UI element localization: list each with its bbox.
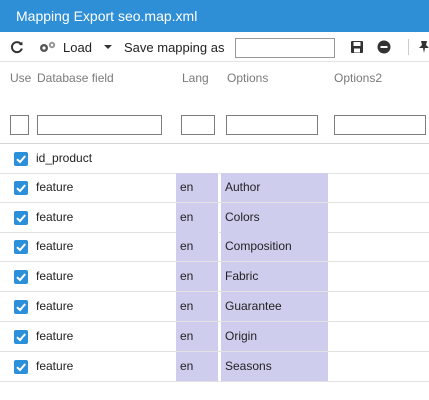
- load-label: Load: [63, 39, 92, 55]
- database-field-cell: feature: [36, 329, 74, 343]
- pin-icon[interactable]: [419, 32, 429, 62]
- use-checkbox[interactable]: [14, 181, 28, 195]
- option-cell[interactable]: Colors: [221, 203, 328, 232]
- filter-options2[interactable]: [334, 115, 426, 135]
- table-row[interactable]: feature en Fabric: [0, 262, 429, 292]
- option-cell[interactable]: Guarantee: [221, 292, 328, 321]
- lang-cell[interactable]: en: [176, 322, 219, 351]
- save-icon[interactable]: [350, 32, 364, 62]
- save-mapping-input[interactable]: [235, 38, 335, 58]
- lang-cell[interactable]: en: [176, 203, 219, 232]
- table-row[interactable]: feature en Colors: [0, 203, 429, 233]
- chevron-down-icon[interactable]: [104, 32, 112, 62]
- use-checkbox[interactable]: [14, 240, 28, 254]
- filter-lang[interactable]: [181, 115, 215, 135]
- use-checkbox[interactable]: [14, 211, 28, 225]
- database-field-cell: feature: [36, 269, 74, 283]
- use-checkbox[interactable]: [14, 360, 28, 374]
- option-cell[interactable]: Fabric: [221, 262, 328, 291]
- toolbar-divider: [408, 39, 409, 55]
- option-cell[interactable]: Composition: [221, 232, 328, 261]
- option-cell[interactable]: Origin: [221, 322, 328, 351]
- refresh-icon[interactable]: [10, 32, 24, 62]
- column-header-database-field[interactable]: Database field: [37, 71, 114, 85]
- table-row[interactable]: feature en Seasons: [0, 352, 429, 382]
- filter-use[interactable]: [10, 115, 29, 135]
- option-cell[interactable]: Seasons: [221, 352, 328, 381]
- table-row[interactable]: feature en Origin: [0, 322, 429, 352]
- option-cell[interactable]: Author: [221, 173, 328, 202]
- lang-cell[interactable]: en: [176, 262, 219, 291]
- database-field-cell: feature: [36, 239, 74, 253]
- filter-database-field[interactable]: [37, 115, 162, 135]
- use-checkbox[interactable]: [14, 270, 28, 284]
- table-header: Use Database field Lang Options Options2: [0, 62, 429, 144]
- lang-cell[interactable]: en: [176, 173, 219, 202]
- load-button[interactable]: Load: [38, 32, 92, 62]
- filter-options[interactable]: [226, 115, 318, 135]
- lang-cell[interactable]: en: [176, 232, 219, 261]
- lang-cell[interactable]: en: [176, 352, 219, 381]
- column-header-use[interactable]: Use: [10, 71, 31, 85]
- table-row[interactable]: feature en Guarantee: [0, 292, 429, 322]
- database-field-cell: feature: [36, 180, 74, 194]
- database-field-cell: feature: [36, 210, 74, 224]
- column-header-lang[interactable]: Lang: [182, 71, 209, 85]
- toolbar: Load Save mapping as: [0, 32, 429, 62]
- database-field-cell: id_product: [36, 151, 93, 165]
- table-row[interactable]: id_product: [0, 144, 429, 174]
- column-header-options2[interactable]: Options2: [334, 71, 382, 85]
- database-field-cell: feature: [36, 359, 74, 373]
- minus-circle-icon[interactable]: [377, 32, 391, 62]
- table-row[interactable]: feature en Composition: [0, 232, 429, 262]
- use-checkbox[interactable]: [14, 330, 28, 344]
- database-field-cell: feature: [36, 299, 74, 313]
- lang-cell[interactable]: en: [176, 292, 219, 321]
- column-header-options[interactable]: Options: [227, 71, 268, 85]
- use-checkbox[interactable]: [14, 300, 28, 314]
- window-title: Mapping Export seo.map.xml: [0, 0, 429, 32]
- load-icon: [38, 40, 60, 54]
- table-row[interactable]: feature en Author: [0, 173, 429, 203]
- use-checkbox[interactable]: [14, 152, 28, 166]
- save-mapping-label: Save mapping as: [124, 39, 225, 55]
